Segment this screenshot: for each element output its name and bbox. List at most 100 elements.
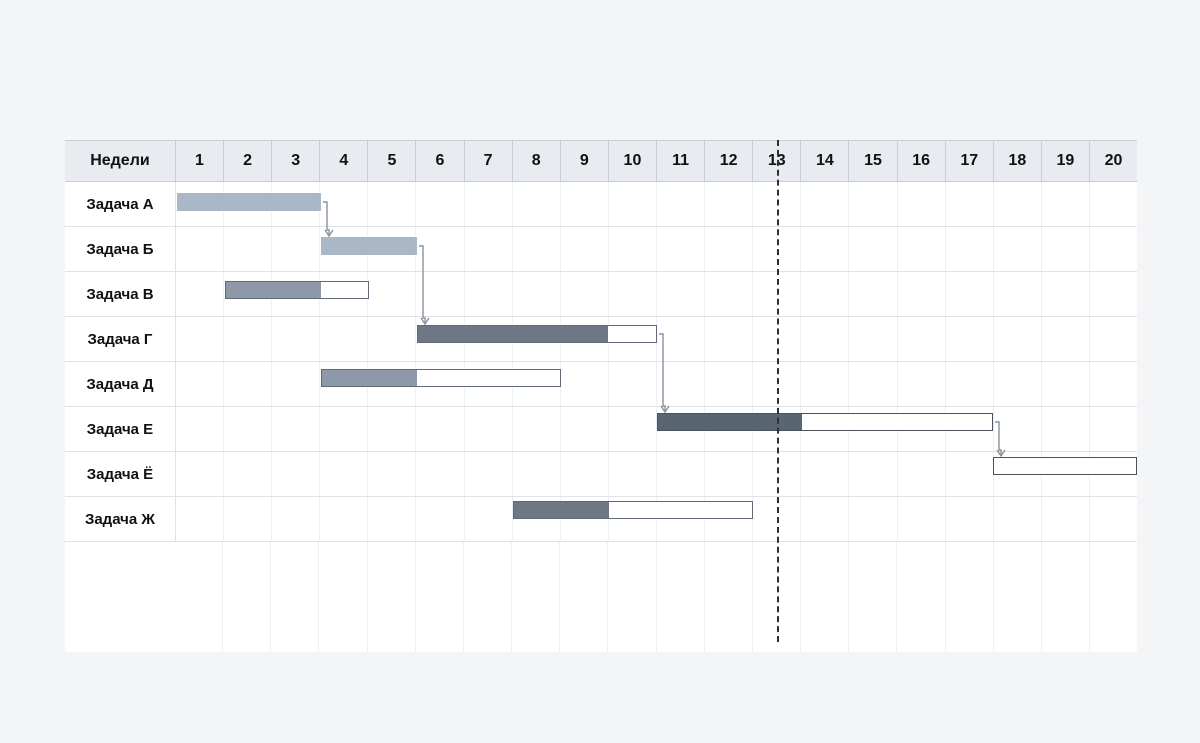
grid-cell [609, 407, 657, 451]
week-header-5: 5 [368, 141, 416, 181]
grid-cell [946, 452, 994, 496]
grid-cell [657, 182, 705, 226]
grid-cell [657, 452, 705, 496]
week-header-17: 17 [946, 141, 994, 181]
week-header-2: 2 [224, 141, 272, 181]
grid-cell [1042, 182, 1090, 226]
grid-cell [705, 272, 753, 316]
grid-cell [320, 317, 368, 361]
grid-cell [753, 542, 801, 652]
grid-cell [753, 362, 801, 406]
grid-cell [416, 542, 464, 652]
grid-cell [224, 182, 272, 226]
grid-cell [465, 497, 513, 541]
grid-cell [994, 497, 1042, 541]
grid-cell [1042, 272, 1090, 316]
grid-cell [368, 542, 416, 652]
grid-cell [320, 182, 368, 226]
grid-cell [320, 497, 368, 541]
grid-cell [176, 452, 224, 496]
grid-cell [272, 407, 320, 451]
grid-cell [223, 542, 271, 652]
grid-cell [368, 317, 416, 361]
grid-cell [561, 497, 609, 541]
grid-cell [271, 542, 319, 652]
grid-cell [416, 452, 464, 496]
week-header-13: 13 [753, 141, 801, 181]
grid-cell [319, 542, 367, 652]
grid-cell [513, 272, 561, 316]
task-label: Задача Ж [65, 497, 176, 541]
grid-cell [849, 362, 897, 406]
grid-cell [801, 362, 849, 406]
grid-cell [994, 407, 1042, 451]
week-header-16: 16 [898, 141, 946, 181]
grid-cell [368, 362, 416, 406]
grid-cell [416, 182, 464, 226]
grid-cell [465, 272, 513, 316]
grid-cell [464, 542, 512, 652]
grid-cell [994, 362, 1042, 406]
grid-cell [657, 407, 705, 451]
grid-cell [561, 227, 609, 271]
grid-cell [1090, 272, 1137, 316]
grid-cell [994, 272, 1042, 316]
task-label: Задача Б [65, 227, 176, 271]
grid-cell [176, 407, 224, 451]
grid-cell [849, 227, 897, 271]
header-weeks-label: Недели [65, 141, 176, 181]
grid-cell [1042, 407, 1090, 451]
grid-cell [946, 182, 994, 226]
grid-cell [705, 542, 753, 652]
grid-cell [946, 407, 994, 451]
task-row: Задача В [65, 272, 1137, 317]
grid-cell [753, 182, 801, 226]
grid-cell [657, 227, 705, 271]
week-header-1: 1 [176, 141, 224, 181]
grid-cell [1042, 362, 1090, 406]
task-row: Задача Д [65, 362, 1137, 407]
grid-cell [224, 227, 272, 271]
grid-cell [513, 227, 561, 271]
grid-cell [753, 497, 801, 541]
grid-cell [272, 362, 320, 406]
grid-cell [1090, 407, 1137, 451]
grid-cell [898, 227, 946, 271]
task-row: Задача А [65, 182, 1137, 227]
grid-cell [416, 407, 464, 451]
grid-cell [898, 452, 946, 496]
grid-cell [801, 272, 849, 316]
grid-cell [946, 362, 994, 406]
week-header-7: 7 [465, 141, 513, 181]
week-header-15: 15 [849, 141, 897, 181]
grid-cell [561, 362, 609, 406]
grid-cell [224, 317, 272, 361]
grid-cell [849, 542, 897, 652]
grid-cell [1042, 317, 1090, 361]
grid-cell [609, 272, 657, 316]
grid-cell [897, 542, 945, 652]
grid-cell [946, 317, 994, 361]
grid-cell [513, 497, 561, 541]
grid-cell [898, 497, 946, 541]
grid-cell [513, 452, 561, 496]
grid-cell [272, 272, 320, 316]
grid-cell [849, 182, 897, 226]
week-header-3: 3 [272, 141, 320, 181]
gantt-rows: Задача АЗадача БЗадача ВЗадача ГЗадача Д… [65, 182, 1137, 542]
grid-cell [465, 407, 513, 451]
grid-cell [560, 542, 608, 652]
grid-cell [994, 452, 1042, 496]
grid-cell [657, 317, 705, 361]
grid-cell [465, 227, 513, 271]
grid-cell [176, 317, 224, 361]
grid-cell [753, 272, 801, 316]
grid-cell [753, 452, 801, 496]
grid-cell [1042, 542, 1090, 652]
grid-cell [368, 407, 416, 451]
grid-cell [609, 452, 657, 496]
grid-cell [513, 362, 561, 406]
grid-cell [609, 317, 657, 361]
grid-cell [272, 182, 320, 226]
grid-cell [1090, 182, 1137, 226]
